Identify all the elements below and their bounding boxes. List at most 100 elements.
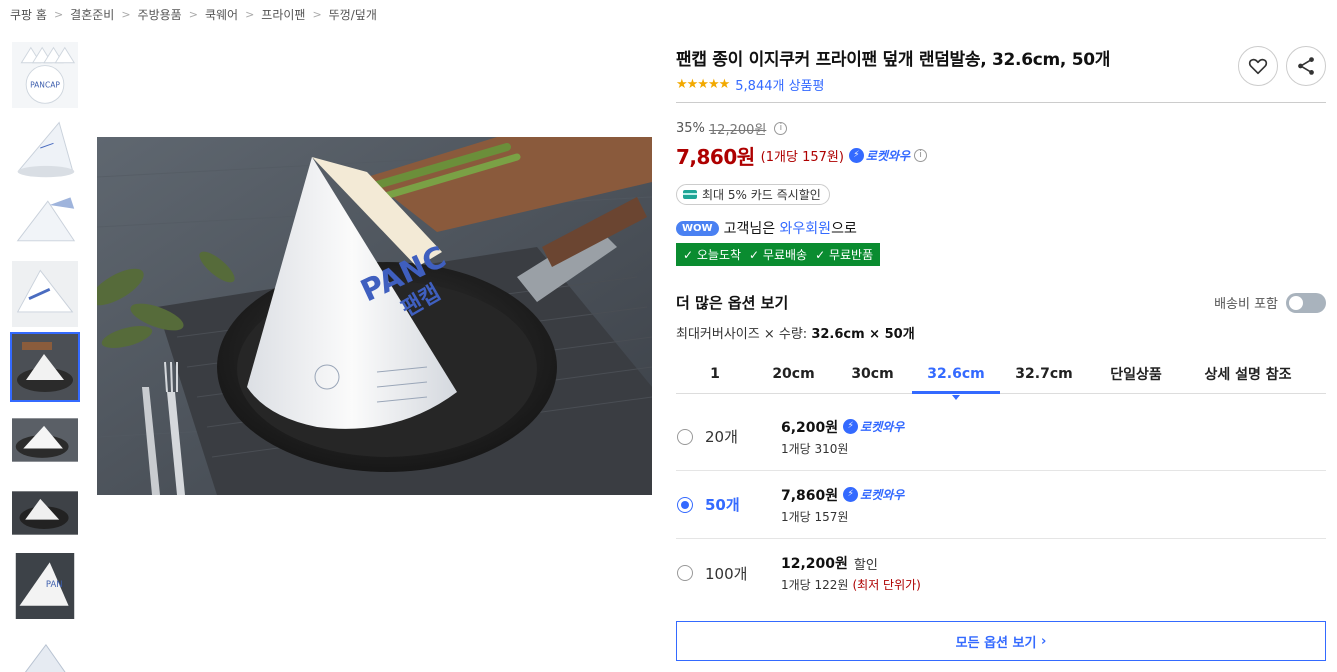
breadcrumb-lids[interactable]: 뚜껑/덮개 xyxy=(329,6,377,23)
rocket-label: 로켓와우 xyxy=(860,488,905,502)
rocket-wow-badge: ⚡ 로켓와우 xyxy=(843,418,904,435)
svg-text:PANCAP: PANCAP xyxy=(30,80,60,89)
option-price: 7,860원 xyxy=(781,487,839,504)
thumbnail-4[interactable] xyxy=(10,259,80,329)
chevron-right-icon: › xyxy=(1040,633,1047,649)
wow-member-link[interactable]: 와우회원 xyxy=(780,218,832,238)
thumbnail-list: PANCAP PAN xyxy=(10,40,82,672)
chevron-right-icon: > xyxy=(312,8,322,21)
option-radio[interactable] xyxy=(677,428,693,445)
option-detail: 12,200원 할인 1개당 122원 (최저 단위가) xyxy=(781,553,921,593)
breadcrumb-kitchen[interactable]: 주방용품 xyxy=(138,6,182,23)
shipping-toggle-row: 배송비 포함 xyxy=(1214,292,1326,313)
thumbnail-5-selected[interactable] xyxy=(10,332,80,402)
sale-price-row: 7,860원 (1개당 157원) ⚡ 로켓와우 i xyxy=(676,141,1326,170)
chevron-right-icon: > xyxy=(245,8,255,21)
option-row-20[interactable]: 20개 6,200원 ⚡ 로켓와우 1개당 310원 xyxy=(676,403,1326,471)
tab-size-20cm[interactable]: 20cm xyxy=(754,354,833,393)
option-spec: 최대커버사이즈 × 수량: 32.6cm × 50개 xyxy=(676,323,1326,342)
chevron-right-icon: > xyxy=(188,8,198,21)
info-icon[interactable]: i xyxy=(774,122,788,135)
discount-row: 35% 12,200원 i xyxy=(676,119,1326,138)
breadcrumb-wedding[interactable]: 결혼준비 xyxy=(70,6,114,23)
breadcrumb: 쿠팡 홈 > 결혼준비 > 주방용품 > 쿡웨어 > 프라이팬 > 뚜껑/덮개 xyxy=(10,6,377,23)
thumbnail-7[interactable] xyxy=(10,478,80,548)
option-spec-label: 최대커버사이즈 × 수량: xyxy=(676,327,808,342)
options-header: 더 많은 옵션 보기 배송비 포함 xyxy=(676,292,1326,313)
option-row-100[interactable]: 100개 12,200원 할인 1개당 122원 (최저 단위가) xyxy=(676,539,1326,607)
option-row-50-selected[interactable]: 50개 7,860원 ⚡ 로켓와우 1개당 157원 xyxy=(676,471,1326,539)
benefit-arrival: 오늘도착 xyxy=(683,246,741,263)
benefit-free-shipping: 무료배송 xyxy=(749,246,807,263)
rating-row: ★★★★★ 5,844개 상품평 xyxy=(676,75,1326,94)
wow-badge: WOW xyxy=(676,220,719,236)
rocket-wow-badge: ⚡ 로켓와우 xyxy=(848,147,911,164)
shipping-toggle[interactable] xyxy=(1286,292,1326,313)
option-radio-checked[interactable] xyxy=(677,496,693,513)
lowest-unit-price-tag: (최저 단위가) xyxy=(852,578,921,592)
tab-size-32-6cm[interactable]: 32.6cm xyxy=(912,354,1000,400)
option-radio[interactable] xyxy=(677,565,693,581)
tab-single-item[interactable]: 단일상품 xyxy=(1088,354,1184,393)
option-detail: 6,200원 ⚡ 로켓와우 1개당 310원 xyxy=(781,417,904,457)
breadcrumb-fryingpan[interactable]: 프라이팬 xyxy=(261,6,305,23)
rocket-wow-badge: ⚡ 로켓와우 xyxy=(843,486,904,503)
tab-see-details[interactable]: 상세 설명 참조 xyxy=(1184,354,1312,393)
rocket-icon: ⚡ xyxy=(848,148,864,163)
option-unit-price: 1개당 310원 xyxy=(781,441,849,456)
card-discount-chip[interactable]: 최대 5% 카드 즉시할인 xyxy=(676,184,830,205)
rocket-label: 로켓와우 xyxy=(860,420,905,434)
heart-icon xyxy=(1248,58,1268,75)
info-icon[interactable]: i xyxy=(914,149,928,162)
size-tabs: 1 20cm 30cm 32.6cm 32.7cm 단일상품 상세 설명 참조 xyxy=(676,354,1326,400)
benefit-free-return: 무료반품 xyxy=(815,246,873,263)
tab-size-30cm[interactable]: 30cm xyxy=(833,354,912,393)
card-discount-label: 최대 5% 카드 즉시할인 xyxy=(702,188,821,202)
wishlist-button[interactable] xyxy=(1238,46,1278,86)
sale-price: 7,860원 xyxy=(676,145,755,169)
option-qty: 50개 xyxy=(705,496,740,514)
chevron-right-icon: > xyxy=(53,8,64,21)
option-discount-note: 할인 xyxy=(853,557,878,573)
breadcrumb-home[interactable]: 쿠팡 홈 xyxy=(10,6,47,23)
thumbnail-6[interactable] xyxy=(10,405,80,475)
svg-text:PAN: PAN xyxy=(46,579,63,589)
option-unit-price: 1개당 157원 xyxy=(781,509,849,524)
option-spec-value: 32.6cm × 50개 xyxy=(811,327,915,342)
option-price: 6,200원 xyxy=(781,419,839,436)
rocket-icon: ⚡ xyxy=(843,487,859,502)
wow-benefits: 오늘도착 무료배송 무료반품 xyxy=(676,243,881,266)
rocket-label: 로켓와우 xyxy=(865,149,911,163)
option-qty: 20개 xyxy=(705,428,738,446)
thumbnail-1[interactable]: PANCAP xyxy=(10,40,80,110)
share-button[interactable] xyxy=(1286,46,1326,86)
product-title: 팬캡 종이 이지쿠커 프라이팬 덮개 랜덤발송, 32.6cm, 50개 xyxy=(676,50,1111,70)
option-unit-line: 1개당 122원 (최저 단위가) xyxy=(781,576,921,593)
main-product-image[interactable]: PANC 팬캡 xyxy=(97,137,652,495)
price-block: 35% 12,200원 i 7,860원 (1개당 157원) ⚡ 로켓와우 i … xyxy=(676,119,1326,205)
unit-price: (1개당 157원) xyxy=(760,150,844,165)
thumbnail-8[interactable]: PAN xyxy=(10,551,80,621)
option-list: 20개 6,200원 ⚡ 로켓와우 1개당 310원 50개 7,860원 ⚡ 로켓… xyxy=(676,403,1326,607)
options-title: 더 많은 옵션 보기 xyxy=(676,294,789,312)
thumbnail-3[interactable] xyxy=(10,186,80,256)
chevron-right-icon: > xyxy=(121,8,131,21)
thumbnail-2[interactable] xyxy=(10,113,80,183)
tab-size-1[interactable]: 1 xyxy=(676,354,754,393)
all-options-button[interactable]: 모든 옵션 보기 › xyxy=(676,621,1326,661)
thumbnail-9[interactable] xyxy=(10,624,80,672)
wow-prefix: 고객님은 xyxy=(723,221,776,237)
breadcrumb-cookware[interactable]: 쿡웨어 xyxy=(205,6,238,23)
option-unit-price: 1개당 122원 xyxy=(781,578,849,592)
all-options-label: 모든 옵션 보기 xyxy=(955,635,1037,651)
tab-size-32-7cm[interactable]: 32.7cm xyxy=(1000,354,1088,393)
discount-rate: 35% xyxy=(676,121,705,136)
wow-suffix: 으로 xyxy=(831,221,857,237)
option-qty: 100개 xyxy=(705,564,748,583)
review-count-link[interactable]: 5,844개 상품평 xyxy=(735,75,824,94)
shipping-toggle-label: 배송비 포함 xyxy=(1214,297,1278,312)
original-price: 12,200원 xyxy=(708,123,767,138)
rocket-icon: ⚡ xyxy=(843,419,859,434)
option-price: 12,200원 xyxy=(781,556,848,572)
rating-stars: ★★★★★ xyxy=(676,76,730,92)
